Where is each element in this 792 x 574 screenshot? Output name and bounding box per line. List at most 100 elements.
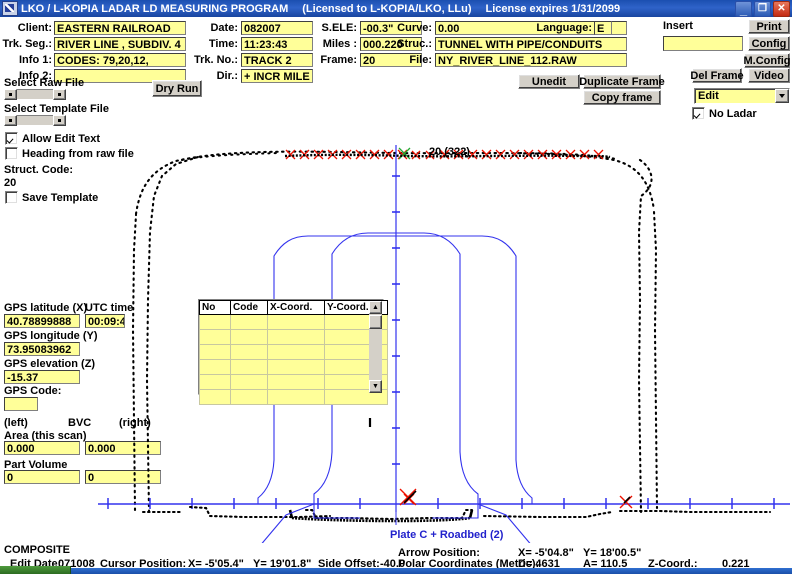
cell-x[interactable]: [267, 359, 325, 375]
gps-code-field[interactable]: [4, 397, 38, 411]
gps-longitude-label: GPS longitude (Y): [4, 330, 98, 342]
close-button[interactable]: ✕: [773, 1, 790, 17]
client-field[interactable]: EASTERN RAILROAD: [54, 20, 186, 35]
part-volume-left-field[interactable]: 0: [4, 470, 80, 484]
cell-no[interactable]: [199, 329, 231, 345]
clearance-envelope-label: Plate C + Roadbed (2): [390, 529, 504, 541]
trk-seg-field[interactable]: RIVER LINE , SUBDIV. 4: [54, 36, 186, 51]
status-composite: COMPOSITE: [4, 544, 71, 556]
mconfig-button[interactable]: M.Config: [743, 53, 791, 68]
copy-frame-button[interactable]: Copy frame: [583, 90, 661, 105]
area-right-field[interactable]: 0.000: [85, 441, 161, 455]
allow-edit-text-checkbox[interactable]: Allow Edit Text: [5, 132, 100, 145]
raw-file-prev-icon[interactable]: [4, 89, 17, 100]
scroll-down-icon[interactable]: ▼: [369, 380, 382, 393]
table-row[interactable]: [199, 359, 388, 375]
dir-field[interactable]: + INCR MILE: [241, 68, 313, 83]
raw-file-next-icon[interactable]: [53, 89, 66, 100]
utc-time-field[interactable]: 00:09:49.: [85, 314, 125, 328]
info1-label: Info 1:: [19, 53, 52, 66]
taskbar[interactable]: [0, 568, 792, 574]
select-template-file-spinner[interactable]: [4, 115, 66, 126]
allow-edit-text-label: Allow Edit Text: [22, 132, 101, 145]
file-field[interactable]: NY_RIVER_LINE_112.RAW: [435, 52, 627, 67]
table-row[interactable]: [199, 329, 388, 345]
dry-run-button[interactable]: Dry Run: [152, 80, 202, 97]
miles-label: Miles :: [322, 37, 357, 50]
duplicate-frame-button[interactable]: Duplicate Frame: [579, 74, 665, 89]
cell-code[interactable]: [230, 314, 268, 330]
cell-code[interactable]: [230, 374, 268, 390]
column-code: Code: [230, 300, 268, 315]
cell-no[interactable]: [199, 374, 231, 390]
chevron-down-icon[interactable]: [775, 89, 789, 103]
table-row[interactable]: [199, 314, 388, 330]
raw-file-trough[interactable]: [17, 89, 53, 100]
sele-label: S.ELE:: [321, 21, 357, 34]
cell-no[interactable]: [199, 314, 231, 330]
gps-elevation-field[interactable]: -15.37: [4, 370, 80, 384]
scan-point-cloud-corners: [181, 152, 617, 161]
cell-no[interactable]: [199, 359, 231, 375]
table-row[interactable]: [199, 389, 388, 405]
language-label: Language:: [536, 21, 592, 34]
mode-dropdown[interactable]: Edit: [694, 88, 790, 104]
cell-no[interactable]: [199, 344, 231, 360]
coordinate-table[interactable]: No Code X-Coord. Y-Coord. ▲ ▼: [198, 299, 388, 405]
rail-edit-markers: [399, 488, 633, 509]
config-button[interactable]: Config: [748, 36, 790, 51]
trk-no-field[interactable]: TRACK 2: [241, 52, 313, 67]
info1-field[interactable]: CODES: 79,20,12,: [54, 52, 186, 67]
no-ladar-label: No Ladar: [709, 107, 757, 120]
heading-from-raw-file-checkbox[interactable]: Heading from raw file: [5, 147, 134, 160]
table-row[interactable]: [199, 344, 388, 360]
video-button[interactable]: Video: [748, 68, 790, 83]
coordinate-table-grid: No Code X-Coord. Y-Coord.: [199, 300, 388, 405]
del-frame-button[interactable]: Del Frame: [690, 68, 744, 83]
horizontal-axis: [98, 498, 790, 509]
scroll-up-icon[interactable]: ▲: [369, 301, 382, 314]
close-icon: ✕: [777, 3, 786, 14]
title-bar: LKO / L-KOPIA LADAR LD MEASURING PROGRAM…: [0, 0, 792, 17]
cell-code[interactable]: [230, 389, 268, 405]
language-field[interactable]: E: [594, 20, 612, 35]
table-row[interactable]: [199, 374, 388, 390]
insert-field[interactable]: [663, 36, 743, 51]
time-field[interactable]: 11:23:43: [241, 36, 313, 51]
utc-time-label: UTC time: [85, 302, 134, 314]
cell-x[interactable]: [267, 314, 325, 330]
area-left-field[interactable]: 0.000: [4, 441, 80, 455]
heading-from-raw-file-check-icon: [5, 147, 18, 160]
template-file-next-icon[interactable]: [53, 115, 66, 126]
cell-x[interactable]: [267, 374, 325, 390]
application-window: LKO / L-KOPIA LADAR LD MEASURING PROGRAM…: [0, 0, 792, 574]
time-label: Time:: [208, 37, 238, 50]
scroll-thumb[interactable]: [369, 315, 382, 329]
template-file-prev-icon[interactable]: [4, 115, 17, 126]
minimize-button[interactable]: _: [735, 1, 752, 17]
template-file-trough[interactable]: [17, 115, 53, 126]
gps-longitude-field[interactable]: 73.95083962: [4, 342, 80, 356]
cell-x[interactable]: [267, 329, 325, 345]
table-vertical-scrollbar[interactable]: ▲ ▼: [369, 301, 382, 393]
tunnel-profile-drawing: [98, 145, 790, 561]
part-volume-right-field[interactable]: 0: [85, 470, 161, 484]
cell-no[interactable]: [199, 389, 231, 405]
taskbar-start-button[interactable]: [0, 566, 71, 574]
minimize-icon: _: [739, 2, 748, 17]
cell-code[interactable]: [230, 359, 268, 375]
cell-x[interactable]: [267, 389, 325, 405]
date-field[interactable]: 082007: [241, 20, 313, 35]
struct-code-label: Struct. Code:: [4, 164, 74, 176]
cell-code[interactable]: [230, 329, 268, 345]
print-button[interactable]: Print: [748, 19, 790, 34]
restore-button[interactable]: ❐: [754, 1, 771, 17]
cell-x[interactable]: [267, 344, 325, 360]
struc-field[interactable]: TUNNEL WITH PIPE/CONDUITS: [435, 36, 627, 51]
no-ladar-checkbox[interactable]: No Ladar: [692, 107, 757, 120]
cell-code[interactable]: [230, 344, 268, 360]
save-template-checkbox[interactable]: Save Template: [5, 191, 98, 204]
select-raw-file-spinner[interactable]: [4, 89, 66, 100]
gps-latitude-field[interactable]: 40.78899888: [4, 314, 80, 328]
unedit-button[interactable]: Unedit: [518, 74, 580, 89]
